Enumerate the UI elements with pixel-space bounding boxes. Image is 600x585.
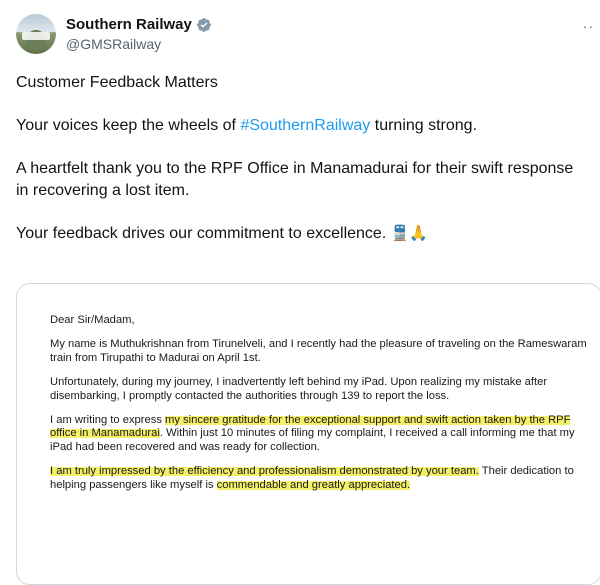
letter-paragraph-1: My name is Muthukrishnan from Tirunelvel…	[50, 338, 587, 364]
train-pray-emoji-icon: 🚆🙏	[390, 225, 429, 242]
avatar[interactable]	[16, 14, 56, 54]
hashtag-link[interactable]: #SouthernRailway	[240, 117, 370, 134]
letter-paragraph-4: I am truly impressed by the efficiency a…	[50, 465, 590, 492]
letter-p4-highlight-1: I am truly impressed by the efficiency a…	[50, 465, 479, 478]
letter-paragraph-2: Unfortunately, during my journey, I inad…	[50, 376, 548, 402]
tweet-line-1: Customer Feedback Matters	[16, 74, 218, 91]
tweet-text: Customer Feedback Matters Your voices ke…	[16, 72, 586, 266]
tweet-header: Southern Railway @GMSRailway ··	[16, 12, 600, 60]
letter-p3-start: I am writing to express	[50, 414, 166, 427]
letter-paragraph-3: I am writing to express my sincere grati…	[50, 414, 590, 454]
tweet-line-2: Your voices keep the wheels of #Southern…	[16, 115, 586, 137]
name-row: Southern Railway	[66, 16, 212, 33]
tweet-line-4-text: Your feedback drives our commitment to e…	[16, 225, 387, 242]
more-options-icon[interactable]: ··	[583, 18, 594, 34]
letter-document: Dear Sir/Madam, My name is Muthukrishnan…	[50, 314, 590, 503]
letter-p4-highlight-2: commendable and greatly appreciated.	[216, 478, 411, 491]
handle[interactable]: @GMSRailway	[66, 36, 161, 52]
letter-salutation: Dear Sir/Madam,	[50, 314, 135, 326]
tweet-line-4: Your feedback drives our commitment to e…	[16, 223, 586, 245]
display-name[interactable]: Southern Railway	[66, 16, 192, 33]
tweet-line-3: A heartfelt thank you to the RPF Office …	[16, 160, 574, 199]
verified-badge-icon	[197, 17, 211, 32]
tweet-line-2-suffix: turning strong.	[370, 117, 478, 134]
attached-image[interactable]: Dear Sir/Madam, My name is Muthukrishnan…	[16, 283, 600, 585]
tweet-line-2-prefix: Your voices keep the wheels of	[16, 117, 241, 134]
